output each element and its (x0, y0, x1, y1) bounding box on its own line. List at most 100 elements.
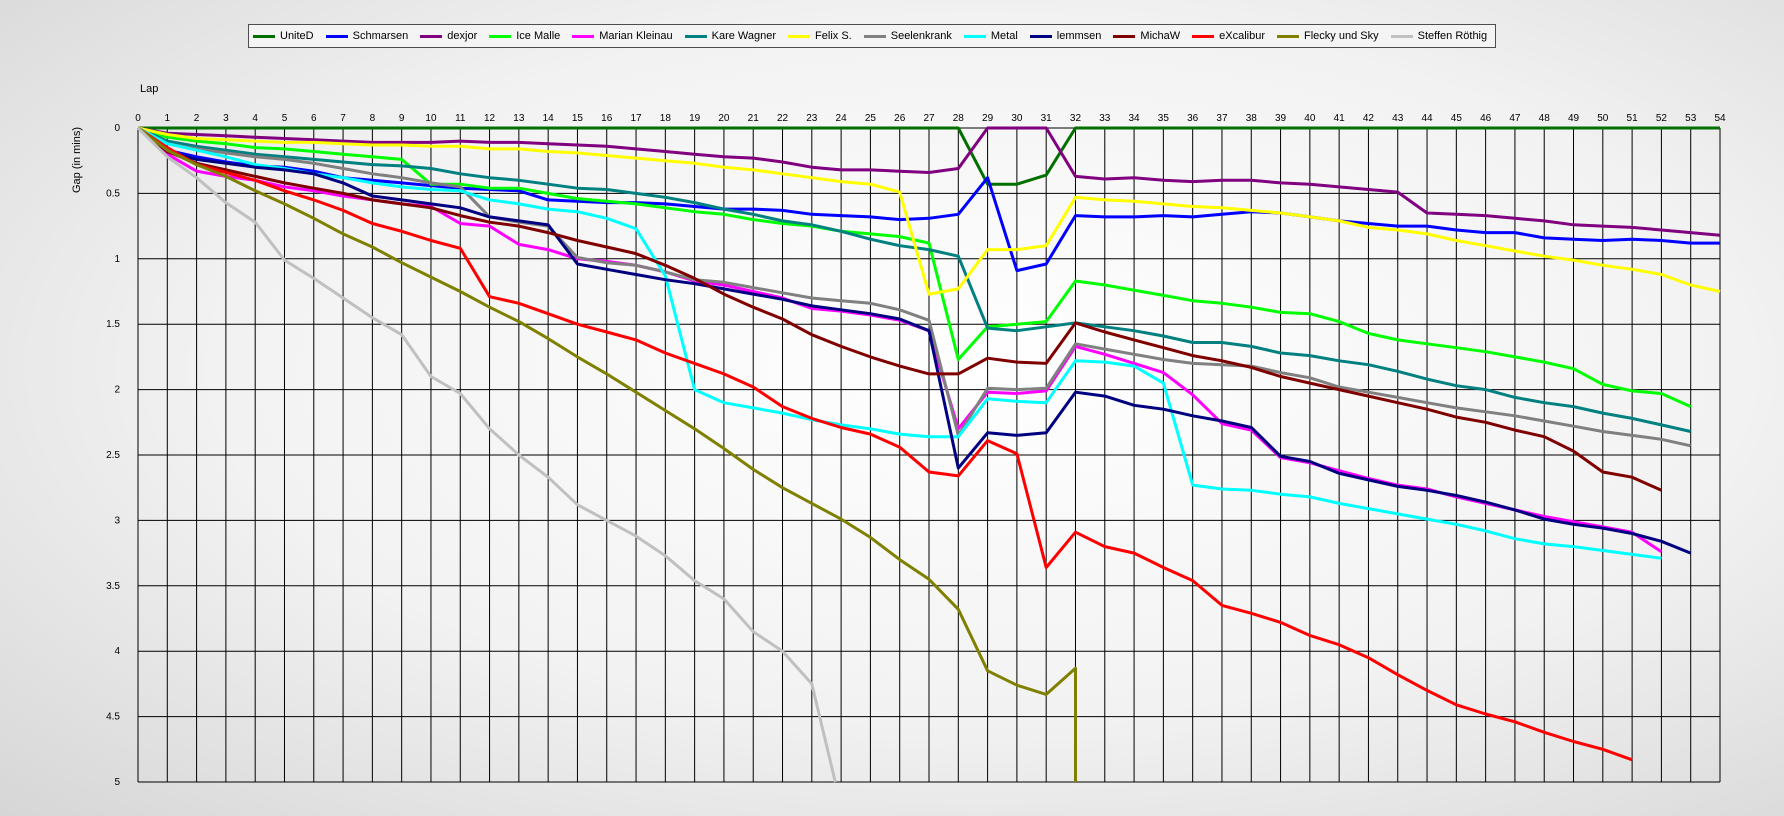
legend-swatch (253, 34, 275, 38)
x-tick-label: 1 (165, 113, 171, 124)
x-tick-label: 17 (630, 113, 642, 124)
x-tick-label: 42 (1363, 113, 1375, 124)
series-line-seelenkrank (137, 126, 1692, 448)
legend-item: lemmsen (1029, 30, 1102, 42)
y-tick-label: 4.5 (106, 712, 120, 723)
legend-label: Steffen Röthig (1417, 30, 1488, 42)
legend-swatch (572, 34, 595, 38)
x-tick-label: 26 (894, 113, 906, 124)
x-tick-label: 11 (455, 113, 466, 124)
x-tick-label: 43 (1392, 113, 1404, 124)
y-tick-label: 2 (114, 385, 120, 396)
x-tick-label: 13 (513, 113, 525, 124)
x-tick-label: 48 (1539, 113, 1551, 124)
x-tick-label: 14 (543, 113, 555, 124)
legend-swatch (1192, 34, 1215, 38)
x-tick-label: 51 (1627, 113, 1639, 124)
legend-swatch (963, 34, 986, 38)
y-tick-label: 1.5 (106, 319, 120, 330)
legend-label: Schmarsen (352, 30, 409, 42)
legend-item: eXcalibur (1192, 30, 1265, 42)
x-tick-label: 5 (282, 113, 288, 124)
x-tick-label: 40 (1304, 113, 1316, 124)
legend-swatch (1390, 34, 1413, 38)
legend-label: dexjor (447, 30, 478, 42)
legend-item: Marian Kleinau (572, 30, 673, 42)
legend-item: Ice Malle (489, 30, 560, 42)
x-tick-label: 31 (1041, 113, 1053, 124)
legend-label: Kare Wagner (711, 30, 777, 42)
legend-swatch (863, 34, 886, 38)
legend-label: Felix S. (815, 30, 852, 42)
y-tick-label: 5 (114, 777, 120, 788)
legend-item: Felix S. (788, 30, 852, 42)
x-tick-label: 12 (484, 113, 496, 124)
y-tick-label: 3.5 (106, 581, 120, 592)
series-line-excalibur (137, 126, 1633, 762)
legend-swatch (489, 34, 512, 38)
legend-item: UniteD (253, 30, 314, 42)
legend-label: Seelenkrank (890, 30, 952, 42)
x-tick-label: 54 (1714, 113, 1726, 124)
legend-item: Flecky und Sky (1277, 30, 1379, 42)
x-tick-label: 0 (135, 113, 141, 124)
y-tick-label: 2.5 (106, 450, 120, 461)
x-tick-label: 46 (1480, 113, 1492, 124)
x-tick-label: 33 (1099, 113, 1111, 124)
legend-label: Metal (990, 30, 1018, 42)
x-tick-label: 22 (777, 113, 789, 124)
x-tick-label: 47 (1509, 113, 1521, 124)
legend-swatch (788, 34, 811, 38)
legend-swatch (420, 34, 443, 38)
legend-label: Flecky und Sky (1304, 30, 1379, 42)
x-tick-label: 49 (1568, 113, 1580, 124)
y-axis-label: Gap (in mins) (71, 127, 83, 193)
y-tick-label: 0.5 (106, 188, 120, 199)
x-tick-label: 36 (1187, 113, 1199, 124)
x-tick-label: 35 (1158, 113, 1170, 124)
legend-label: Marian Kleinau (599, 30, 673, 42)
x-tick-label: 4 (252, 113, 258, 124)
x-tick-label: 18 (660, 113, 672, 124)
legend-item: Seelenkrank (863, 30, 952, 42)
chart-legend: UniteD Schmarsen dexjor Ice Malle Marian Kle… (248, 24, 1497, 48)
legend-label: eXcalibur (1219, 30, 1266, 42)
x-tick-label: 30 (1011, 113, 1023, 124)
x-tick-label: 2 (194, 113, 200, 124)
x-tick-label: 27 (923, 113, 935, 124)
x-tick-label: 6 (311, 113, 317, 124)
x-tick-label: 3 (223, 113, 229, 124)
x-tick-label: 28 (953, 113, 965, 124)
x-tick-label: 10 (425, 113, 437, 124)
series-line-ice-malle (137, 126, 1692, 408)
legend-item: Metal (963, 30, 1018, 42)
x-tick-label: 25 (865, 113, 877, 124)
x-tick-label: 16 (601, 113, 613, 124)
x-tick-label: 53 (1685, 113, 1697, 124)
legend-label: lemmsen (1056, 30, 1102, 42)
x-tick-label: 9 (399, 113, 405, 124)
x-tick-label: 15 (572, 113, 584, 124)
x-tick-label: 39 (1275, 113, 1287, 124)
x-tick-label: 38 (1246, 113, 1258, 124)
legend-label: UniteD (280, 30, 314, 42)
y-tick-label: 4 (114, 646, 120, 657)
x-tick-label: 32 (1070, 113, 1082, 124)
x-axis-label: Lap (140, 83, 158, 95)
x-tick-label: 45 (1451, 113, 1463, 124)
legend-swatch (1029, 34, 1052, 38)
legend-item: Steffen Röthig (1390, 30, 1488, 42)
x-tick-label: 23 (806, 113, 818, 124)
x-tick-label: 21 (748, 113, 760, 124)
x-tick-label: 34 (1129, 113, 1141, 124)
legend-item: dexjor (420, 30, 477, 42)
x-tick-label: 29 (982, 113, 994, 124)
x-tick-label: 19 (689, 113, 701, 124)
legend-item: MichaW (1113, 30, 1180, 42)
chart-grid (137, 127, 1721, 783)
x-tick-label: 37 (1216, 113, 1228, 124)
x-tick-label: 52 (1656, 113, 1668, 124)
x-tick-label: 41 (1334, 113, 1346, 124)
legend-swatch (1113, 34, 1136, 38)
x-tick-label: 7 (340, 113, 346, 124)
